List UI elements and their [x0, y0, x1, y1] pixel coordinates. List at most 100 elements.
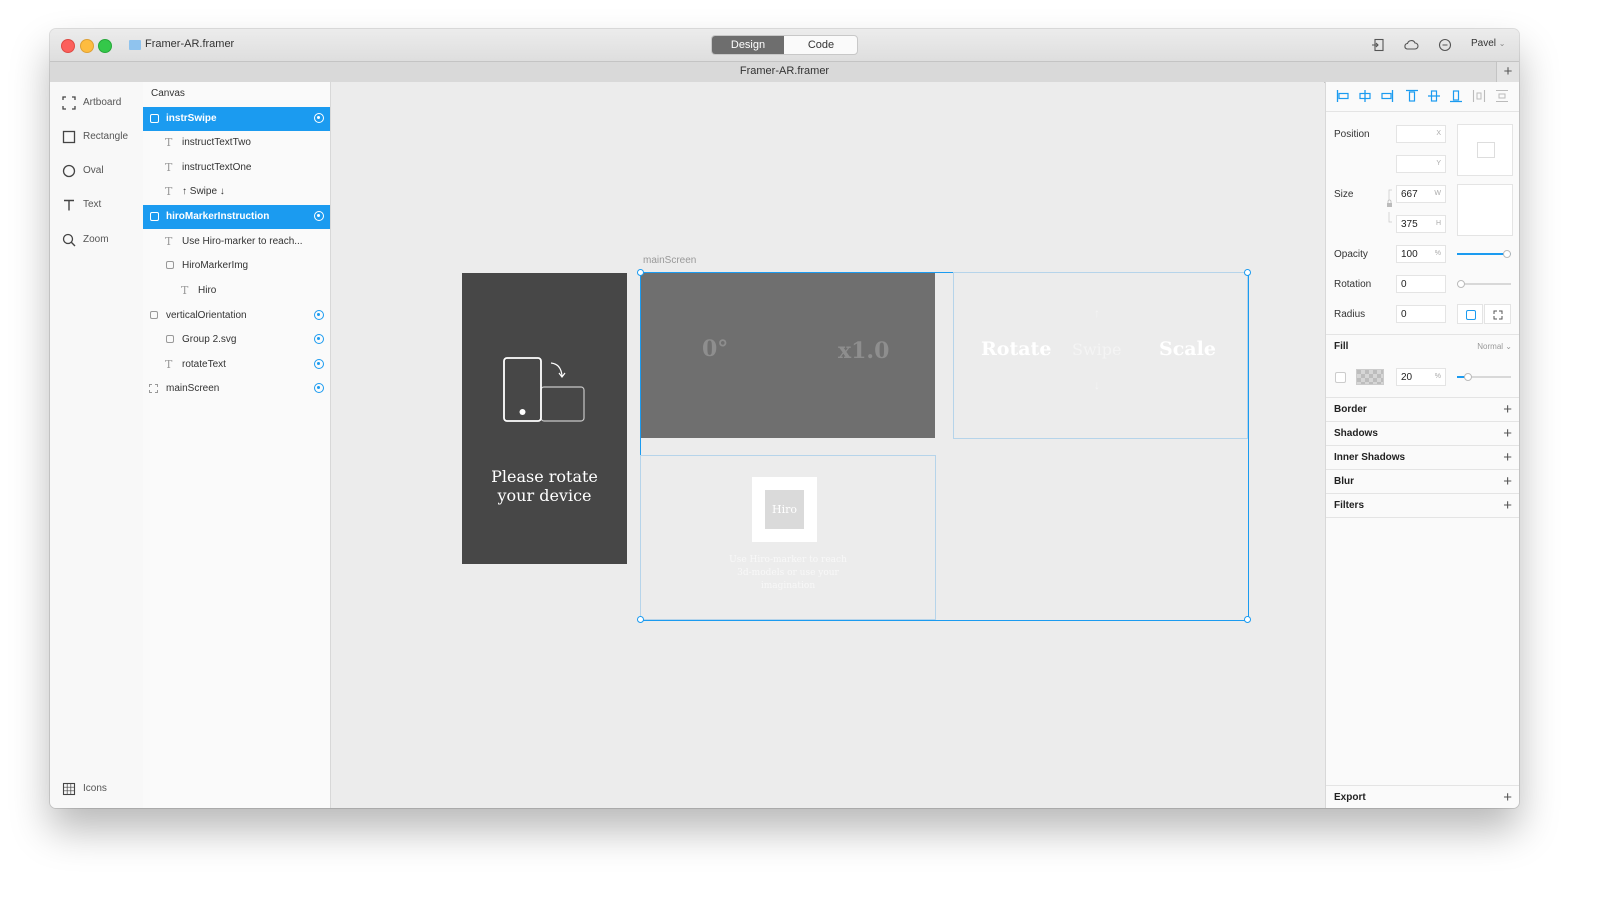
text-tool[interactable]: Text	[62, 197, 142, 215]
radius-uniform-button[interactable]	[1457, 304, 1483, 324]
document-tab[interactable]: Framer-AR.framer	[50, 65, 1519, 77]
distribute-vertical-icon[interactable]	[1495, 89, 1509, 103]
layer-instrswipe[interactable]: instrSwipe	[143, 107, 330, 131]
shadows-section[interactable]: Shadows +	[1326, 421, 1519, 445]
align-top-icon[interactable]	[1405, 89, 1419, 103]
add-inner-shadow-icon[interactable]: +	[1503, 449, 1512, 466]
distribute-horizontal-icon[interactable]	[1472, 89, 1486, 103]
inner-shadows-section[interactable]: Inner Shadows +	[1326, 445, 1519, 469]
rectangle-tool[interactable]: Rectangle	[62, 129, 142, 147]
rotation-value: 0	[1401, 279, 1407, 290]
gauge-card[interactable]: 0° x1.0	[641, 273, 935, 438]
icons-tool[interactable]: Icons	[62, 781, 142, 799]
text-layer-icon: T	[165, 136, 173, 149]
align-center-horizontal-icon[interactable]	[1358, 89, 1372, 103]
visibility-icon[interactable]	[314, 359, 324, 369]
main-screen-artboard[interactable]: 0° x1.0 Rotate Swipe Scale ↑ ↓ Hiro Use	[637, 269, 1251, 623]
align-bottom-icon[interactable]	[1449, 89, 1463, 103]
rotation-slider-knob[interactable]	[1457, 280, 1465, 288]
opacity-field[interactable]: 100 %	[1396, 245, 1446, 263]
radius-field[interactable]: 0	[1396, 305, 1446, 323]
fill-checkbox[interactable]	[1335, 372, 1346, 383]
zoom-tool[interactable]: Zoom	[62, 232, 142, 250]
design-mode-button[interactable]: Design	[712, 36, 784, 54]
hiro-text-line-3: imagination	[760, 581, 816, 591]
fill-slider-knob[interactable]	[1463, 373, 1472, 381]
rotate-device-screen[interactable]: Please rotate your device	[462, 273, 627, 564]
layer-group-2-svg[interactable]: Group 2.svg	[143, 328, 330, 352]
new-tab-button[interactable]: +	[1496, 62, 1519, 82]
blur-section[interactable]: Blur +	[1326, 469, 1519, 493]
visibility-icon[interactable]	[314, 211, 324, 221]
filters-section[interactable]: Filters +	[1326, 493, 1519, 518]
border-section[interactable]: Border +	[1326, 397, 1519, 421]
resize-handle-bottom-left[interactable]	[637, 616, 644, 623]
zoom-window-button[interactable]	[98, 39, 112, 53]
layer-verticalorientation[interactable]: verticalOrientation	[143, 304, 330, 328]
opacity-label: Opacity	[1334, 249, 1368, 260]
visibility-icon[interactable]	[314, 334, 324, 344]
oval-tool[interactable]: Oval	[62, 163, 142, 181]
fill-opacity-field[interactable]: 20 %	[1396, 368, 1446, 386]
layer-rotatetext[interactable]: T rotateText	[143, 353, 330, 377]
position-preview	[1457, 124, 1513, 176]
minimize-window-button[interactable]	[80, 39, 94, 53]
layer-hiromarkerinstruction[interactable]: hiroMarkerInstruction	[143, 205, 330, 229]
artboard-label[interactable]: mainScreen	[643, 255, 696, 266]
close-window-button[interactable]	[61, 39, 75, 53]
mode-switch: Design Code	[711, 35, 858, 55]
cloud-icon[interactable]	[1403, 38, 1419, 52]
artboard-tool[interactable]: Artboard	[62, 95, 142, 113]
visibility-icon[interactable]	[314, 113, 324, 123]
position-preview-box	[1477, 142, 1495, 158]
swipe-instruction-card[interactable]: Rotate Swipe Scale ↑ ↓	[953, 272, 1248, 439]
visibility-icon[interactable]	[314, 310, 324, 320]
position-y-field[interactable]: Y	[1396, 155, 1446, 173]
layer-mainscreen[interactable]: mainScreen	[143, 377, 330, 401]
chevron-down-icon: ⌄	[1498, 39, 1506, 48]
design-canvas[interactable]: Please rotate your device mainScreen 0° …	[331, 82, 1324, 808]
blur-label: Blur	[1334, 476, 1354, 487]
align-left-icon[interactable]	[1336, 89, 1350, 103]
arrow-down-icon: ↓	[1094, 378, 1100, 392]
artboard-icon	[62, 96, 76, 110]
radius-individual-button[interactable]	[1484, 304, 1511, 324]
add-border-icon[interactable]: +	[1503, 401, 1512, 418]
frame-icon	[150, 212, 159, 221]
layer-swipe[interactable]: T ↑ Swipe ↓	[143, 180, 330, 204]
add-export-icon[interactable]: +	[1503, 789, 1512, 806]
text-tool-label: Text	[83, 199, 102, 210]
fill-swatch[interactable]	[1356, 369, 1384, 385]
folder-icon	[129, 40, 141, 50]
lock-aspect-icon[interactable]	[1386, 188, 1394, 224]
layer-use-hiro-marker[interactable]: T Use Hiro-marker to reach...	[143, 230, 330, 254]
rotation-slider[interactable]	[1457, 278, 1511, 290]
opacity-slider-knob[interactable]	[1503, 250, 1511, 258]
layer-instructtexttwo[interactable]: T instructTextTwo	[143, 131, 330, 155]
position-x-field[interactable]: X	[1396, 125, 1446, 143]
blend-mode-select[interactable]: Normal ⌄	[1477, 342, 1512, 351]
comment-icon[interactable]	[1438, 38, 1452, 52]
add-blur-icon[interactable]: +	[1503, 473, 1512, 490]
visibility-icon[interactable]	[314, 383, 324, 393]
resize-handle-top-right[interactable]	[1244, 269, 1251, 276]
rotation-field[interactable]: 0	[1396, 275, 1446, 293]
code-mode-button[interactable]: Code	[785, 36, 857, 54]
opacity-slider[interactable]	[1457, 248, 1511, 260]
user-menu[interactable]: Pavel ⌄	[1471, 38, 1506, 49]
add-shadow-icon[interactable]: +	[1503, 425, 1512, 442]
export-section[interactable]: Export +	[1326, 785, 1519, 808]
resize-handle-top-left[interactable]	[637, 269, 644, 276]
width-field[interactable]: 667 W	[1396, 185, 1446, 203]
align-right-icon[interactable]	[1380, 89, 1394, 103]
height-field[interactable]: 375 H	[1396, 215, 1446, 233]
resize-handle-bottom-right[interactable]	[1244, 616, 1251, 623]
add-filter-icon[interactable]: +	[1503, 497, 1512, 514]
fill-opacity-slider[interactable]	[1457, 371, 1511, 383]
preview-icon[interactable]	[1371, 38, 1385, 52]
align-middle-icon[interactable]	[1427, 89, 1441, 103]
hiro-instruction-card[interactable]: Hiro Use Hiro-marker to reach 3d-models …	[640, 455, 936, 620]
layer-hiro[interactable]: T Hiro	[143, 279, 330, 303]
layer-hiromarkerimg[interactable]: HiroMarkerImg	[143, 254, 330, 278]
layer-instructtextone[interactable]: T instructTextOne	[143, 156, 330, 180]
